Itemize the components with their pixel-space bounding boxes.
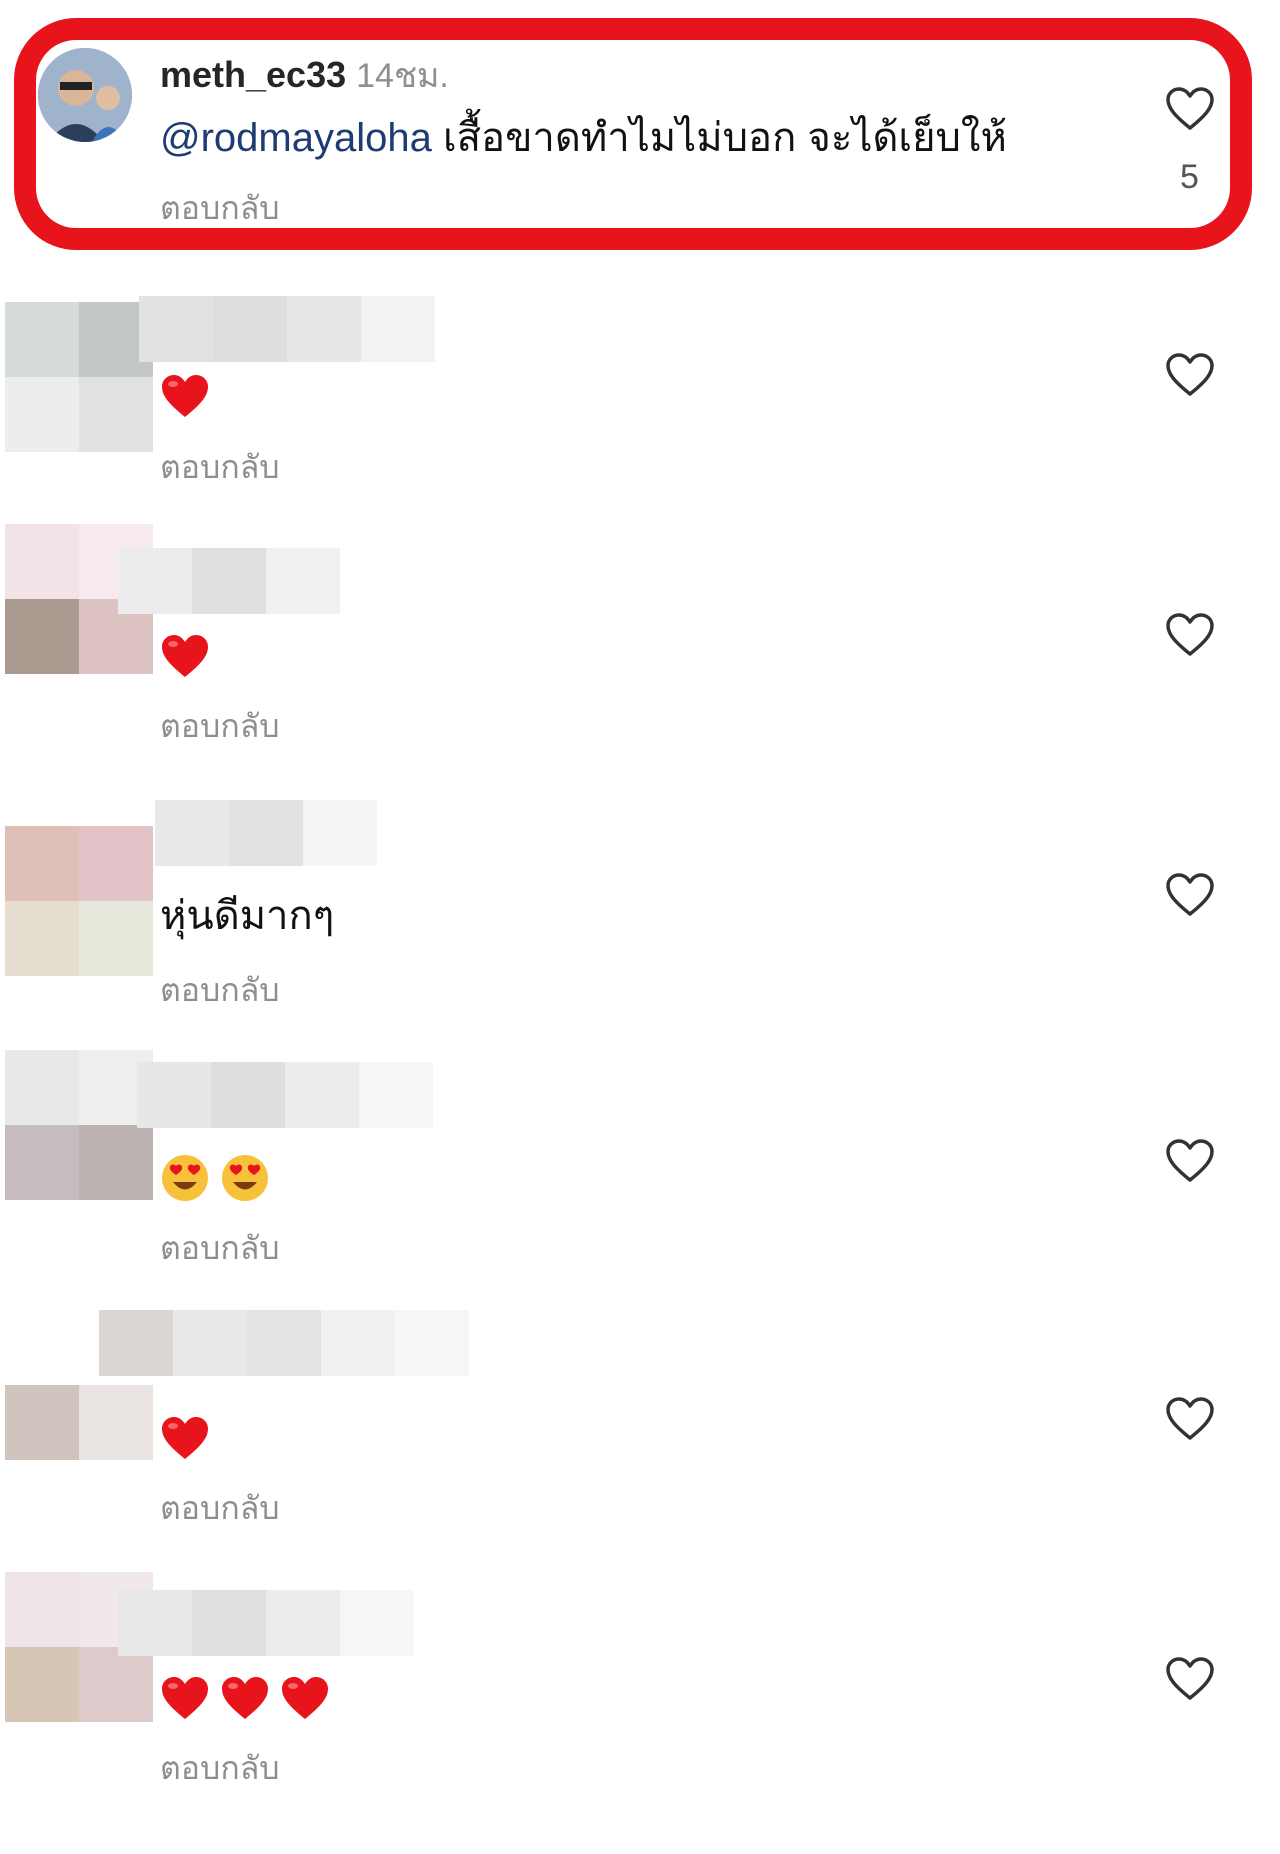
avatar[interactable] [5, 826, 153, 976]
comment-text: หุ่นดีมากๆ [160, 894, 335, 938]
heart-outline-icon[interactable] [1165, 1656, 1215, 1702]
comment-text [160, 1150, 280, 1203]
username[interactable] [137, 1062, 433, 1128]
comment-text: @rodmayaloha เสื้อขาดทำไมไม่บอก จะได้เย็… [160, 112, 1007, 164]
avatar[interactable] [5, 302, 153, 452]
avatar-block [5, 302, 79, 377]
reply-button[interactable]: ตอบกลับ [160, 1748, 280, 1788]
avatar-block [79, 1385, 153, 1460]
comment-text [160, 628, 220, 680]
heart-eyes-emoji [162, 1155, 208, 1202]
avatar-block [5, 377, 79, 452]
avatar-block [79, 901, 153, 976]
reply-button[interactable]: ตอบกลับ [160, 188, 280, 228]
heart-outline-icon[interactable] [1165, 612, 1215, 658]
like-count: 5 [1180, 158, 1199, 196]
username[interactable]: meth_ec33 [160, 54, 346, 95]
username[interactable] [118, 1590, 414, 1656]
username[interactable] [99, 1310, 469, 1376]
username[interactable] [139, 296, 435, 362]
heart-emoji [162, 375, 208, 418]
mention-link[interactable]: @rodmayaloha [160, 116, 432, 160]
heart-emoji [162, 1677, 208, 1720]
avatar-block [5, 901, 79, 976]
comment-author[interactable]: meth_ec33 14ชม. [160, 48, 449, 102]
avatar-block [5, 1050, 79, 1125]
heart-eyes-emoji [222, 1155, 268, 1202]
comment-list: meth_ec33 14ชม. @rodmayaloha เสื้อขาดทำไม… [0, 0, 1280, 1854]
comment-text [160, 1410, 220, 1462]
heart-emoji [282, 1677, 328, 1720]
reply-button[interactable]: ตอบกลับ [160, 447, 280, 487]
avatar-block [5, 524, 79, 599]
username[interactable] [155, 800, 377, 866]
avatar-block [79, 1647, 153, 1722]
avatar-block [79, 826, 153, 901]
reply-button[interactable]: ตอบกลับ [160, 1488, 280, 1528]
avatar[interactable] [38, 48, 132, 142]
username[interactable] [118, 548, 340, 614]
avatar-block [5, 1385, 79, 1460]
comment-text [160, 1670, 340, 1722]
comment-time: 14ชม. [356, 57, 449, 95]
comment-body: เสื้อขาดทำไมไม่บอก จะได้เย็บให้ [431, 116, 1007, 160]
heart-outline-icon[interactable] [1165, 872, 1215, 918]
heart-outline-icon[interactable] [1165, 86, 1215, 132]
avatar-block [79, 377, 153, 452]
avatar[interactable] [5, 1050, 153, 1200]
heart-emoji [162, 635, 208, 678]
avatar-block [5, 1310, 79, 1385]
heart-emoji [162, 1417, 208, 1460]
comment-text [160, 368, 220, 420]
reply-button[interactable]: ตอบกลับ [160, 970, 280, 1010]
avatar-block [79, 1125, 153, 1200]
reply-button[interactable]: ตอบกลับ [160, 1228, 280, 1268]
avatar-block [5, 1125, 79, 1200]
heart-outline-icon[interactable] [1165, 1138, 1215, 1184]
heart-outline-icon[interactable] [1165, 1396, 1215, 1442]
avatar-block [5, 1647, 79, 1722]
heart-emoji [222, 1677, 268, 1720]
heart-outline-icon[interactable] [1165, 352, 1215, 398]
avatar-block [5, 1572, 79, 1647]
avatar-block [5, 599, 79, 674]
avatar-block [5, 826, 79, 901]
reply-button[interactable]: ตอบกลับ [160, 706, 280, 746]
